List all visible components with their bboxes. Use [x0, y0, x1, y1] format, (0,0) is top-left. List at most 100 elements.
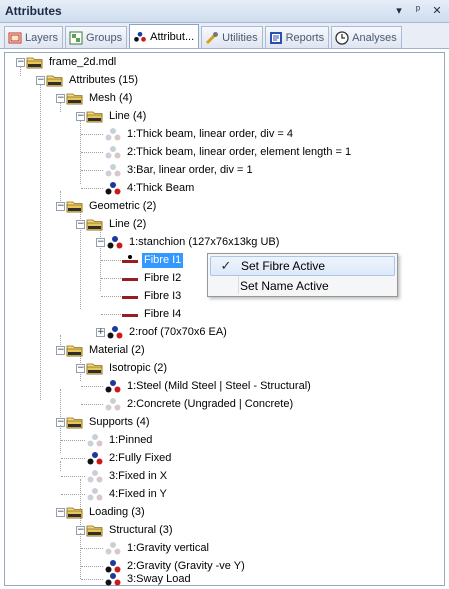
tree-label: 3:Sway Load [127, 572, 191, 585]
tab-attributes[interactable]: Attribut... [129, 24, 200, 48]
folder-open-icon [66, 505, 84, 520]
collapse-toggle[interactable]: − [16, 58, 25, 67]
tab-layers[interactable]: Layers [4, 26, 64, 48]
menu-item-label: Set Fibre Active [241, 259, 326, 273]
tree-label: 2:Thick beam, linear order, element leng… [127, 145, 352, 158]
tree-item-fibre-4[interactable]: Fibre I4 [121, 305, 183, 323]
attributes-tree-panel[interactable]: − frame_2d.mdl − Attributes (15) − Mesh … [4, 52, 445, 586]
tree-item-fibre-2[interactable]: Fibre I2 [121, 269, 183, 287]
tree-label: Attributes (15) [69, 73, 139, 86]
tree-node-mesh-line[interactable]: Line (4) [86, 107, 148, 125]
attributes-icon [133, 30, 147, 44]
analyses-icon [335, 30, 349, 45]
tree-label: 3:Fixed in X [109, 469, 168, 482]
tree-node-structural[interactable]: Structural (3) [86, 521, 175, 539]
tab-utilities[interactable]: Utilities [201, 26, 263, 48]
collapse-toggle[interactable]: − [56, 508, 65, 517]
tree-node-roof[interactable]: 2:roof (70x70x6 EA) [106, 323, 229, 341]
folder-open-icon [66, 199, 84, 214]
folder-open-icon [66, 415, 84, 430]
tree-item-loading-1[interactable]: 1:Gravity vertical [104, 539, 211, 557]
collapse-toggle[interactable]: − [56, 94, 65, 103]
tree-item-loading-3[interactable]: 3:Sway Load [104, 570, 193, 588]
tree-node-mesh[interactable]: Mesh (4) [66, 89, 134, 107]
collapse-toggle[interactable]: − [76, 364, 85, 373]
tree-label: 2:Fully Fixed [109, 451, 172, 464]
tree-label: Structural (3) [109, 523, 173, 536]
tree-node-attributes[interactable]: Attributes (15) [46, 71, 140, 89]
tree-node-material[interactable]: Material (2) [66, 341, 147, 359]
attribute-inactive-icon [104, 163, 122, 178]
tree-node-geo-line[interactable]: Line (2) [86, 215, 148, 233]
titlebar-controls: ▾ ᵖ ✕ [393, 4, 443, 17]
menu-item-set-fibre-active[interactable]: ✓ Set Fibre Active [210, 256, 395, 276]
tree-node-stanchion[interactable]: 1:stanchion (127x76x13kg UB) [106, 233, 281, 251]
collapse-toggle[interactable]: − [56, 202, 65, 211]
expand-toggle[interactable]: + [96, 328, 105, 337]
attribute-inactive-icon [86, 433, 104, 448]
fibre-icon [121, 271, 139, 286]
tab-label: Analyses [352, 31, 397, 44]
tree-node-geometric[interactable]: Geometric (2) [66, 197, 158, 215]
tab-label: Groups [86, 31, 123, 44]
folder-open-icon [86, 523, 104, 538]
attribute-inactive-icon [104, 541, 122, 556]
pin-icon[interactable]: ᵖ [412, 4, 424, 17]
tab-groups[interactable]: Groups [65, 26, 128, 48]
close-icon[interactable]: ✕ [431, 4, 443, 17]
collapse-toggle[interactable]: − [56, 346, 65, 355]
tree-label: Fibre I2 [144, 271, 182, 284]
tree-label: 1:stanchion (127x76x13kg UB) [129, 235, 280, 248]
folder-open-icon [86, 361, 104, 376]
attribute-inactive-icon [104, 397, 122, 412]
tree-item-support-2[interactable]: 2:Fully Fixed [86, 449, 173, 467]
tab-analyses[interactable]: Analyses [331, 26, 402, 48]
tree-item-material-2[interactable]: 2:Concrete (Ungraded | Concrete) [104, 395, 295, 413]
collapse-toggle[interactable]: − [96, 238, 105, 247]
attribute-icon [106, 235, 124, 250]
tree-item-mesh-1[interactable]: 1:Thick beam, linear order, div = 4 [104, 125, 295, 143]
tree-label: Mesh (4) [89, 91, 133, 104]
menu-item-set-name-active[interactable]: Set Name Active [210, 276, 395, 296]
tree-label: Loading (3) [89, 505, 145, 518]
groups-icon [69, 31, 83, 44]
context-menu: ✓ Set Fibre Active Set Name Active [207, 253, 398, 297]
tree-label: 1:Pinned [109, 433, 153, 446]
tree-item-material-1[interactable]: 1:Steel (Mild Steel | Steel - Structural… [104, 377, 313, 395]
checkmark-icon: ✓ [220, 258, 232, 273]
attribute-inactive-icon [86, 487, 104, 502]
tree-label: Supports (4) [89, 415, 150, 428]
tree-item-support-4[interactable]: 4:Fixed in Y [86, 485, 169, 503]
tree-label: 4:Thick Beam [127, 181, 195, 194]
collapse-toggle[interactable]: − [76, 112, 85, 121]
collapse-toggle[interactable]: − [76, 220, 85, 229]
tab-bar: Layers Groups Attribut... Utilities Repo… [0, 23, 449, 49]
tree-item-mesh-2[interactable]: 2:Thick beam, linear order, element leng… [104, 143, 353, 161]
tree-label: Material (2) [89, 343, 145, 356]
folder-open-icon [66, 91, 84, 106]
tree-item-mesh-4[interactable]: 4:Thick Beam [104, 179, 196, 197]
utilities-icon [206, 31, 219, 44]
tree-label: Line (2) [109, 217, 147, 230]
tree-item-fibre-1[interactable]: Fibre I1 [121, 251, 184, 269]
tree-item-fibre-3[interactable]: Fibre I3 [121, 287, 183, 305]
tree-node-isotropic[interactable]: Isotropic (2) [86, 359, 169, 377]
fibre-icon [121, 307, 139, 322]
tab-label: Attribut... [150, 30, 195, 43]
tree-item-support-3[interactable]: 3:Fixed in X [86, 467, 169, 485]
tree-node-supports[interactable]: Supports (4) [66, 413, 152, 431]
collapse-toggle[interactable]: − [36, 76, 45, 85]
attribute-icon [104, 572, 122, 587]
tree-node-loading[interactable]: Loading (3) [66, 503, 147, 521]
tree-label: 1:Gravity vertical [127, 541, 209, 554]
tab-label: Layers [25, 31, 59, 44]
tree-label: Fibre I3 [144, 289, 182, 302]
dropdown-icon[interactable]: ▾ [393, 4, 405, 17]
fibre-active-icon [121, 253, 139, 268]
reports-icon [269, 31, 282, 44]
tree-item-support-1[interactable]: 1:Pinned [86, 431, 154, 449]
tree-item-mesh-3[interactable]: 3:Bar, linear order, div = 1 [104, 161, 255, 179]
tree-root[interactable]: frame_2d.mdl [26, 53, 118, 71]
tab-reports[interactable]: Reports [264, 26, 330, 48]
folder-open-icon [86, 217, 104, 232]
